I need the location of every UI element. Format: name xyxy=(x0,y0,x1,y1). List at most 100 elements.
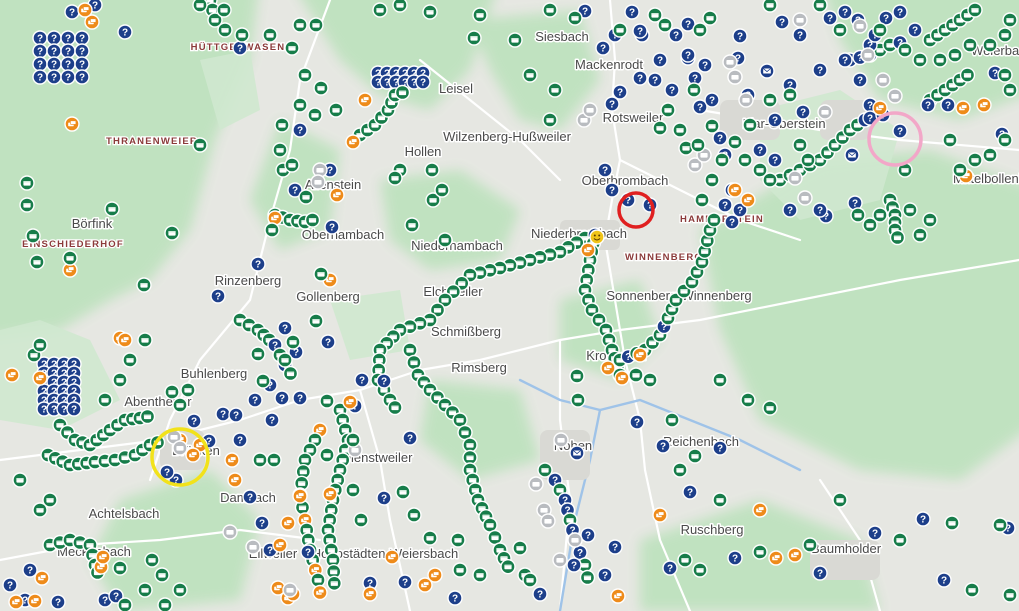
geocache-cache-marker[interactable] xyxy=(172,397,188,413)
geocache-cache-marker[interactable] xyxy=(117,597,133,611)
geocache-cache-marker[interactable] xyxy=(144,552,160,568)
found-cache-marker[interactable] xyxy=(540,513,556,529)
geocache-cache-marker[interactable] xyxy=(136,277,152,293)
mystery-cache-marker[interactable] xyxy=(724,214,740,230)
geocache-cache-marker[interactable] xyxy=(277,352,293,368)
geocache-cache-marker[interactable] xyxy=(32,337,48,353)
mystery-cache-marker[interactable] xyxy=(632,23,648,39)
geocache-cache-marker[interactable] xyxy=(32,502,48,518)
geocache-cache-marker[interactable] xyxy=(472,567,488,583)
geocache-cache-marker[interactable] xyxy=(702,10,718,26)
mystery-cache-marker[interactable] xyxy=(597,567,613,583)
found-cache-marker[interactable] xyxy=(852,18,868,34)
geocache-cache-marker[interactable] xyxy=(437,232,453,248)
geocache-cache-marker[interactable] xyxy=(692,22,708,38)
geocache-cache-marker[interactable] xyxy=(512,540,528,556)
multi-cache-marker[interactable] xyxy=(632,347,648,363)
geocache-cache-marker[interactable] xyxy=(942,132,958,148)
mystery-cache-marker[interactable] xyxy=(892,4,908,20)
mystery-cache-marker[interactable] xyxy=(247,392,263,408)
multi-cache-marker[interactable] xyxy=(955,100,971,116)
geocache-cache-marker[interactable] xyxy=(264,222,280,238)
found-cache-marker[interactable] xyxy=(552,552,568,568)
mystery-cache-marker[interactable] xyxy=(907,22,923,38)
map-canvas[interactable]: ? xyxy=(0,0,1019,611)
multi-cache-marker[interactable] xyxy=(342,394,358,410)
multi-cache-marker[interactable] xyxy=(117,332,133,348)
geocache-cache-marker[interactable] xyxy=(850,207,866,223)
multi-cache-marker[interactable] xyxy=(787,547,803,563)
found-cache-marker[interactable] xyxy=(787,170,803,186)
geocache-cache-marker[interactable] xyxy=(387,399,403,416)
geocache-cache-marker[interactable] xyxy=(422,4,438,20)
geocache-cache-marker[interactable] xyxy=(292,97,308,113)
geocache-cache-marker[interactable] xyxy=(137,332,153,348)
geocache-cache-marker[interactable] xyxy=(892,532,908,548)
geocache-cache-marker[interactable] xyxy=(962,37,978,53)
multi-cache-marker[interactable] xyxy=(727,182,743,198)
geocache-cache-marker[interactable] xyxy=(752,544,768,560)
multi-cache-marker[interactable] xyxy=(95,549,111,565)
geocache-cache-marker[interactable] xyxy=(982,147,998,163)
geocache-cache-marker[interactable] xyxy=(570,392,586,408)
geocache-cache-marker[interactable] xyxy=(313,266,329,282)
geocache-cache-marker[interactable] xyxy=(922,212,938,228)
mystery-cache-marker[interactable] xyxy=(837,52,853,68)
geocache-cache-marker[interactable] xyxy=(959,67,976,83)
mystery-cache-marker[interactable] xyxy=(402,430,418,446)
geocache-cache-marker[interactable] xyxy=(164,225,180,241)
mystery-cache-marker[interactable] xyxy=(682,484,698,500)
geocache-cache-marker[interactable] xyxy=(902,202,918,218)
mystery-cache-marker[interactable] xyxy=(324,219,340,235)
multi-cache-marker[interactable] xyxy=(752,502,768,518)
geocache-cache-marker[interactable] xyxy=(319,447,335,463)
geocache-cache-marker[interactable] xyxy=(424,162,440,178)
mystery-cache-marker[interactable] xyxy=(774,14,790,30)
geocache-cache-marker[interactable] xyxy=(272,142,288,158)
mystery-cache-marker[interactable] xyxy=(46,30,62,46)
multi-cache-marker[interactable] xyxy=(292,488,308,504)
found-cache-marker[interactable] xyxy=(553,432,569,448)
mystery-cache-marker[interactable] xyxy=(792,27,808,43)
geocache-cache-marker[interactable] xyxy=(319,393,335,409)
geocache-cache-marker[interactable] xyxy=(404,217,420,233)
found-cache-marker[interactable] xyxy=(567,532,583,548)
geocache-cache-marker[interactable] xyxy=(255,373,271,389)
geocache-cache-marker[interactable] xyxy=(762,0,778,13)
mystery-cache-marker[interactable] xyxy=(752,142,768,158)
multi-cache-marker[interactable] xyxy=(27,593,43,609)
geocache-cache-marker[interactable] xyxy=(897,42,913,58)
geocache-cache-marker[interactable] xyxy=(672,462,688,478)
mystery-cache-marker[interactable] xyxy=(604,182,620,198)
multi-cache-marker[interactable] xyxy=(357,92,373,108)
geocache-cache-marker[interactable] xyxy=(353,512,369,528)
geocache-cache-marker[interactable] xyxy=(704,118,720,134)
geocache-cache-marker[interactable] xyxy=(308,17,324,33)
geocache-cache-marker[interactable] xyxy=(266,452,282,468)
mystery-cache-marker[interactable] xyxy=(652,52,668,68)
multi-cache-marker[interactable] xyxy=(322,486,338,502)
multi-cache-marker[interactable] xyxy=(77,2,93,18)
mystery-cache-marker[interactable] xyxy=(712,130,728,146)
mystery-cache-marker[interactable] xyxy=(668,27,684,43)
mystery-cache-marker[interactable] xyxy=(822,10,838,26)
mystery-cache-marker[interactable] xyxy=(32,43,48,59)
geocache-cache-marker[interactable] xyxy=(112,372,128,388)
found-cache-marker[interactable] xyxy=(887,88,903,104)
geocache-cache-marker[interactable] xyxy=(326,575,342,591)
geocache-cache-marker[interactable] xyxy=(567,10,583,26)
geocache-cache-marker[interactable] xyxy=(712,372,728,388)
multi-cache-marker[interactable] xyxy=(312,584,328,601)
geocache-cache-marker[interactable] xyxy=(997,132,1013,148)
geocache-cache-marker[interactable] xyxy=(967,152,983,168)
mystery-cache-marker[interactable] xyxy=(662,560,678,576)
geocache-cache-marker[interactable] xyxy=(310,572,326,588)
mystery-cache-marker[interactable] xyxy=(376,373,392,389)
multi-cache-marker[interactable] xyxy=(272,537,288,553)
mystery-cache-marker[interactable] xyxy=(812,62,828,78)
found-cache-marker[interactable] xyxy=(310,174,326,190)
found-cache-marker[interactable] xyxy=(282,582,298,598)
mystery-cache-marker[interactable] xyxy=(354,372,370,388)
mystery-cache-marker[interactable] xyxy=(117,24,133,40)
found-cache-marker[interactable] xyxy=(222,524,238,540)
